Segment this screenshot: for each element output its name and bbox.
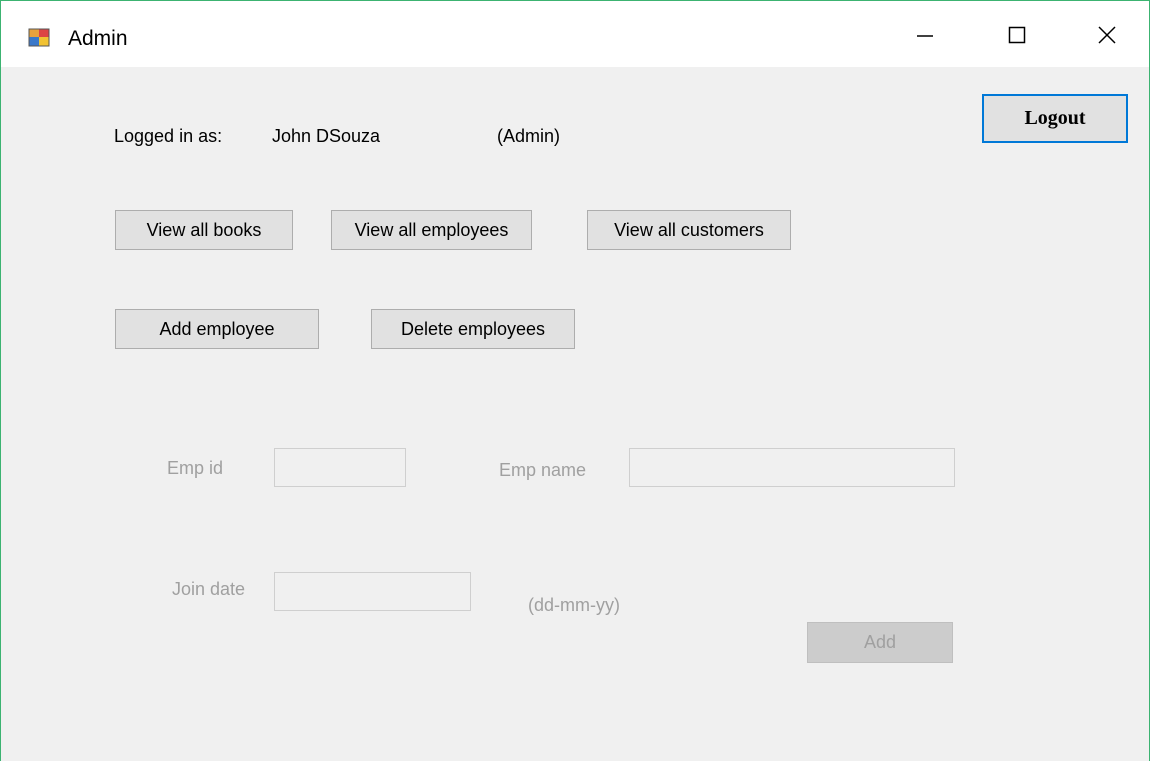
maximize-icon <box>1007 25 1027 50</box>
user-role: (Admin) <box>497 126 561 146</box>
date-format-hint: (dd-mm-yy) <box>528 595 620 615</box>
app-form-icon <box>28 27 50 49</box>
admin-window: Admin Logout Logged in as: John DSouza (… <box>0 0 1150 761</box>
maximize-button[interactable] <box>986 15 1048 59</box>
close-icon <box>1097 25 1117 50</box>
user-name: John DSouza <box>272 126 381 146</box>
emp-name-label: Emp name <box>499 460 587 480</box>
view-all-books-button[interactable]: View all books <box>115 210 293 250</box>
minimize-icon <box>915 25 935 50</box>
close-button[interactable] <box>1076 15 1138 59</box>
view-all-customers-button[interactable]: View all customers <box>587 210 791 250</box>
emp-id-field[interactable] <box>274 448 406 487</box>
add-employee-button[interactable]: Add employee <box>115 309 319 349</box>
window-title: Admin <box>68 27 128 50</box>
minimize-button[interactable] <box>894 15 956 59</box>
title-bar: Admin <box>1 1 1149 67</box>
join-date-label: Join date <box>172 579 246 599</box>
logged-in-label: Logged in as: <box>114 126 223 146</box>
logout-button[interactable]: Logout <box>982 94 1128 143</box>
emp-id-label: Emp id <box>167 458 224 478</box>
emp-name-field[interactable] <box>629 448 955 487</box>
view-all-employees-button[interactable]: View all employees <box>331 210 532 250</box>
join-date-field[interactable] <box>274 572 471 611</box>
delete-employees-button[interactable]: Delete employees <box>371 309 575 349</box>
add-button[interactable]: Add <box>807 622 953 663</box>
